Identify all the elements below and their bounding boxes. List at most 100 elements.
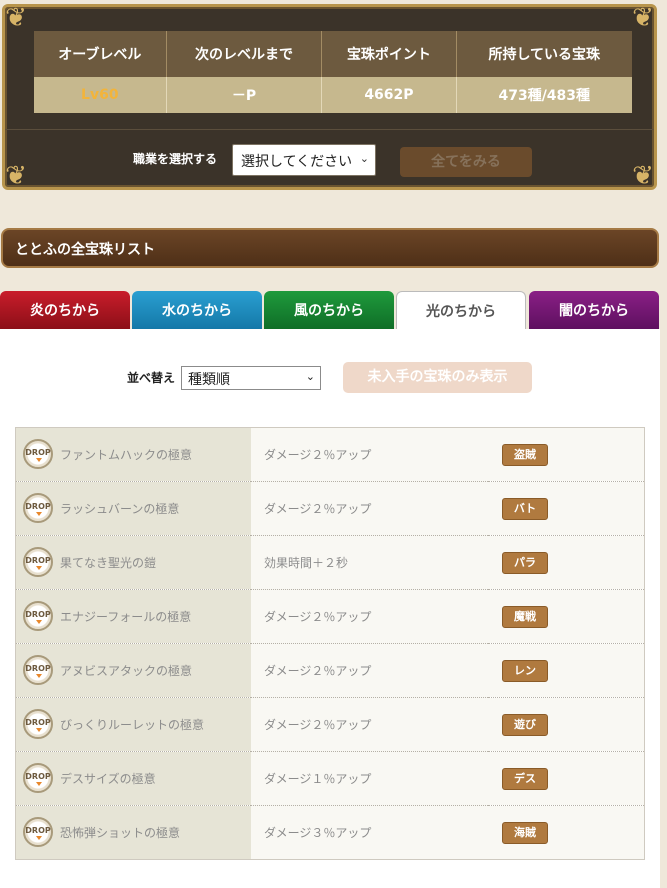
orb-row: DROP アヌビスアタックの極意 ダメージ２％アップ レン	[15, 643, 645, 698]
header-next-level: 次のレベルまで	[166, 31, 323, 77]
chevron-down-icon: ⌄	[305, 370, 315, 383]
orb-name-cell: DROP びっくりルーレットの極意	[15, 697, 251, 752]
ornament-corner-icon: ❦	[632, 3, 654, 33]
divider	[5, 129, 654, 131]
orb-row: DROP デスサイズの極意 ダメージ１％アップ デス	[15, 751, 645, 806]
show-unobtained-button[interactable]: 未入手の宝珠のみ表示	[343, 362, 532, 393]
orb-name[interactable]: デスサイズの極意	[60, 770, 156, 787]
job-select-value: 選択してください	[241, 154, 353, 170]
drop-icon: DROP	[23, 601, 53, 631]
ornament-corner-icon: ❦	[5, 3, 27, 33]
ornament-corner-icon: ❦	[632, 161, 654, 191]
orb-effect: ダメージ２％アップ	[251, 697, 488, 752]
job-badge: 遊び	[502, 714, 548, 736]
sort-dropdown[interactable]: 種類順 ⌄	[181, 366, 321, 390]
orb-job-cell: デス	[488, 751, 645, 806]
orb-table: DROP ファントムハックの極意 ダメージ２％アップ 盗賊 DROP ラッシュバーンの極意…	[15, 427, 645, 860]
owned-orbs-value: 473種/483種	[456, 77, 632, 113]
job-badge: レン	[502, 660, 548, 682]
orb-job-cell: 遊び	[488, 697, 645, 752]
orb-name-cell: DROP 恐怖弾ショットの極意	[15, 805, 251, 860]
orb-row: DROP ラッシュバーンの極意 ダメージ２％アップ バト	[15, 481, 645, 536]
orb-effect: 効果時間＋２秒	[251, 535, 488, 590]
orb-job-cell: パラ	[488, 535, 645, 590]
orb-effect: ダメージ２％アップ	[251, 481, 488, 536]
sort-label: 並べ替え	[127, 371, 176, 385]
job-badge: デス	[502, 768, 548, 790]
orb-name[interactable]: びっくりルーレットの極意	[60, 716, 204, 733]
orb-row: DROP 果てなき聖光の鎧 効果時間＋２秒 パラ	[15, 535, 645, 590]
orb-name[interactable]: エナジーフォールの極意	[60, 608, 191, 625]
drop-icon: DROP	[23, 547, 53, 577]
orb-row: DROP エナジーフォールの極意 ダメージ２％アップ 魔戦	[15, 589, 645, 644]
tab-dark[interactable]: 闇のちから	[529, 291, 659, 329]
orb-effect: ダメージ１％アップ	[251, 751, 488, 806]
drop-icon-label: DROP	[25, 610, 51, 619]
view-all-button[interactable]: 全てをみる	[400, 147, 532, 177]
arrow-down-icon	[36, 728, 42, 732]
drop-icon-label: DROP	[25, 664, 51, 673]
orb-name[interactable]: 恐怖弾ショットの極意	[60, 824, 180, 841]
orb-name[interactable]: ファントムハックの極意	[60, 446, 192, 463]
orb-row: DROP ファントムハックの極意 ダメージ２％アップ 盗賊	[15, 427, 645, 482]
orb-effect: ダメージ３％アップ	[251, 805, 488, 860]
arrow-down-icon	[36, 782, 42, 786]
orb-job-cell: 海賊	[488, 805, 645, 860]
drop-icon: DROP	[23, 493, 53, 523]
section-title: ととふの全宝珠リスト	[1, 228, 659, 268]
arrow-down-icon	[36, 836, 42, 840]
next-level-value: －P	[166, 77, 323, 113]
job-badge: 海賊	[502, 822, 548, 844]
arrow-down-icon	[36, 674, 42, 678]
drop-icon-label: DROP	[25, 502, 51, 511]
orb-job-cell: 魔戦	[488, 589, 645, 644]
orb-points-value: 4662P	[321, 77, 457, 113]
sort-value: 種類順	[188, 372, 230, 388]
orb-status-panel: ❦ ❦ ❦ ❦ オーブレベル 次のレベルまで 宝珠ポイント 所持している宝珠 L…	[2, 3, 657, 191]
drop-icon: DROP	[23, 439, 53, 469]
header-owned-orbs: 所持している宝珠	[456, 31, 632, 77]
arrow-down-icon	[36, 620, 42, 624]
orb-name[interactable]: アヌビスアタックの極意	[60, 662, 192, 679]
arrow-down-icon	[36, 566, 42, 570]
orb-list-panel: 並べ替え 種類順 ⌄ 未入手の宝珠のみ表示 DROP ファントムハックの極意 ダメー…	[0, 329, 660, 888]
orb-effect: ダメージ２％アップ	[251, 427, 488, 482]
header-orb-points: 宝珠ポイント	[321, 31, 457, 77]
element-tabs: 炎のちから 水のちから 風のちから 光のちから 闇のちから	[0, 291, 667, 330]
tab-light[interactable]: 光のちから	[396, 291, 526, 330]
job-badge: パラ	[502, 552, 548, 574]
orb-row: DROP びっくりルーレットの極意 ダメージ２％アップ 遊び	[15, 697, 645, 752]
orb-name-cell: DROP 果てなき聖光の鎧	[15, 535, 251, 590]
chevron-down-icon: ⌄	[359, 152, 369, 165]
tab-wind[interactable]: 風のちから	[264, 291, 394, 329]
job-badge: 魔戦	[502, 606, 548, 628]
orb-row: DROP 恐怖弾ショットの極意 ダメージ３％アップ 海賊	[15, 805, 645, 860]
status-table: オーブレベル 次のレベルまで 宝珠ポイント 所持している宝珠 Lv60 －P 4…	[34, 31, 632, 113]
ornament-corner-icon: ❦	[5, 161, 27, 191]
orb-name[interactable]: ラッシュバーンの極意	[60, 500, 179, 517]
drop-icon: DROP	[23, 655, 53, 685]
drop-icon: DROP	[23, 709, 53, 739]
orb-job-cell: レン	[488, 643, 645, 698]
orb-effect: ダメージ２％アップ	[251, 643, 488, 698]
orb-effect: ダメージ２％アップ	[251, 589, 488, 644]
drop-icon-label: DROP	[25, 448, 51, 457]
orb-level-value: Lv60	[34, 77, 167, 113]
drop-icon: DROP	[23, 763, 53, 793]
orb-name[interactable]: 果てなき聖光の鎧	[60, 554, 156, 571]
job-select-dropdown[interactable]: 選択してください ⌄	[232, 144, 376, 176]
drop-icon-label: DROP	[25, 556, 51, 565]
orb-name-cell: DROP エナジーフォールの極意	[15, 589, 251, 644]
tab-water[interactable]: 水のちから	[132, 291, 262, 329]
job-select-label: 職業を選択する	[133, 152, 218, 166]
drop-icon-label: DROP	[25, 826, 51, 835]
orb-name-cell: DROP ラッシュバーンの極意	[15, 481, 251, 536]
arrow-down-icon	[36, 458, 42, 462]
tab-fire[interactable]: 炎のちから	[0, 291, 130, 329]
drop-icon-label: DROP	[25, 718, 51, 727]
orb-job-cell: バト	[488, 481, 645, 536]
orb-job-cell: 盗賊	[488, 427, 645, 482]
drop-icon-label: DROP	[25, 772, 51, 781]
header-orb-level: オーブレベル	[34, 31, 167, 77]
orb-name-cell: DROP デスサイズの極意	[15, 751, 251, 806]
